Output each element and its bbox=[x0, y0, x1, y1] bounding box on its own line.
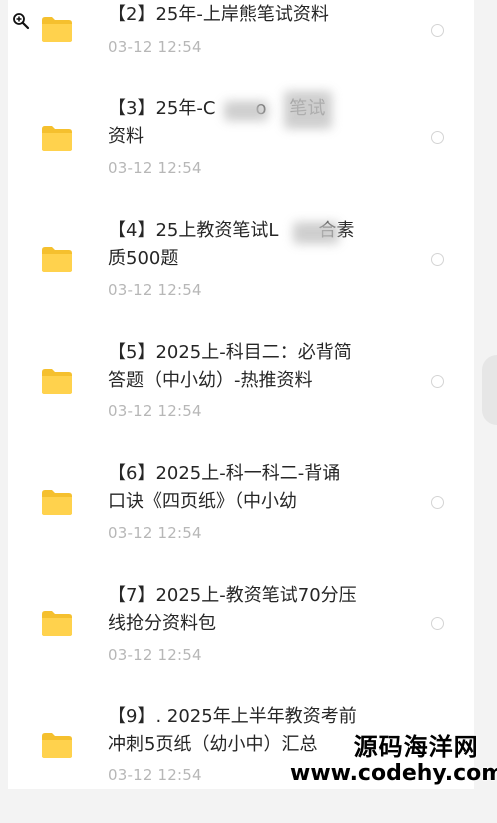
select-radio[interactable] bbox=[431, 131, 444, 144]
watermark-name: 源码海洋网 bbox=[353, 733, 479, 761]
file-list-panel: 【2】25年-上岸熊笔试资料 03-12 12:54 【3】25年-C o 笔试… bbox=[8, 0, 474, 789]
folder-icon bbox=[42, 733, 72, 758]
file-date: 03-12 12:54 bbox=[108, 524, 202, 542]
folder-icon bbox=[42, 247, 72, 272]
redaction-blur bbox=[293, 222, 339, 244]
folder-icon bbox=[42, 611, 72, 636]
select-radio[interactable] bbox=[431, 24, 444, 37]
file-date: 03-12 12:54 bbox=[108, 38, 202, 56]
select-radio[interactable] bbox=[431, 375, 444, 388]
file-title: 【5】2025上-科目二：必背简 答题（中小幼）-热推资料 bbox=[108, 342, 352, 391]
file-list-item[interactable]: 【7】2025上-教资笔试70分压 线抢分资料包 03-12 12:54 bbox=[8, 581, 474, 702]
select-radio[interactable] bbox=[431, 617, 444, 630]
file-title: 【4】25上教资笔试L 合素 质500题 bbox=[108, 220, 354, 269]
file-date: 03-12 12:54 bbox=[108, 281, 202, 299]
file-list-item[interactable]: 【4】25上教资笔试L 合素 质500题 03-12 12:54 bbox=[8, 216, 474, 337]
file-list-item[interactable]: 【6】2025上-科一科二-背诵 口诀《四页纸》（中小幼 03-12 12:54 bbox=[8, 459, 474, 580]
file-date: 03-12 12:54 bbox=[108, 402, 202, 420]
select-radio[interactable] bbox=[431, 496, 444, 509]
file-date: 03-12 12:54 bbox=[108, 159, 202, 177]
file-title: 【2】25年-上岸熊笔试资料 bbox=[108, 4, 329, 25]
watermark-url: www.codehy.com bbox=[290, 761, 497, 786]
redaction-blur bbox=[224, 101, 268, 121]
folder-icon bbox=[42, 369, 72, 394]
redaction-blur bbox=[284, 91, 332, 129]
site-watermark: 源码海洋网 www.codehy.com bbox=[290, 732, 497, 786]
file-list-item[interactable]: 【5】2025上-科目二：必背简 答题（中小幼）-热推资料 03-12 12:5… bbox=[8, 338, 474, 459]
file-list-item[interactable]: 【3】25年-C o 笔试 资料 03-12 12:54 bbox=[8, 91, 474, 216]
scroll-edge-handle[interactable] bbox=[482, 355, 497, 425]
folder-icon bbox=[42, 490, 72, 515]
file-title: 【7】2025上-教资笔试70分压 线抢分资料包 bbox=[108, 585, 357, 634]
folder-icon bbox=[42, 17, 72, 42]
select-radio[interactable] bbox=[431, 253, 444, 266]
file-date: 03-12 12:54 bbox=[108, 766, 202, 784]
folder-icon bbox=[42, 126, 72, 151]
file-title: 【6】2025上-科一科二-背诵 口诀《四页纸》（中小幼 bbox=[108, 463, 341, 512]
file-date: 03-12 12:54 bbox=[108, 646, 202, 664]
